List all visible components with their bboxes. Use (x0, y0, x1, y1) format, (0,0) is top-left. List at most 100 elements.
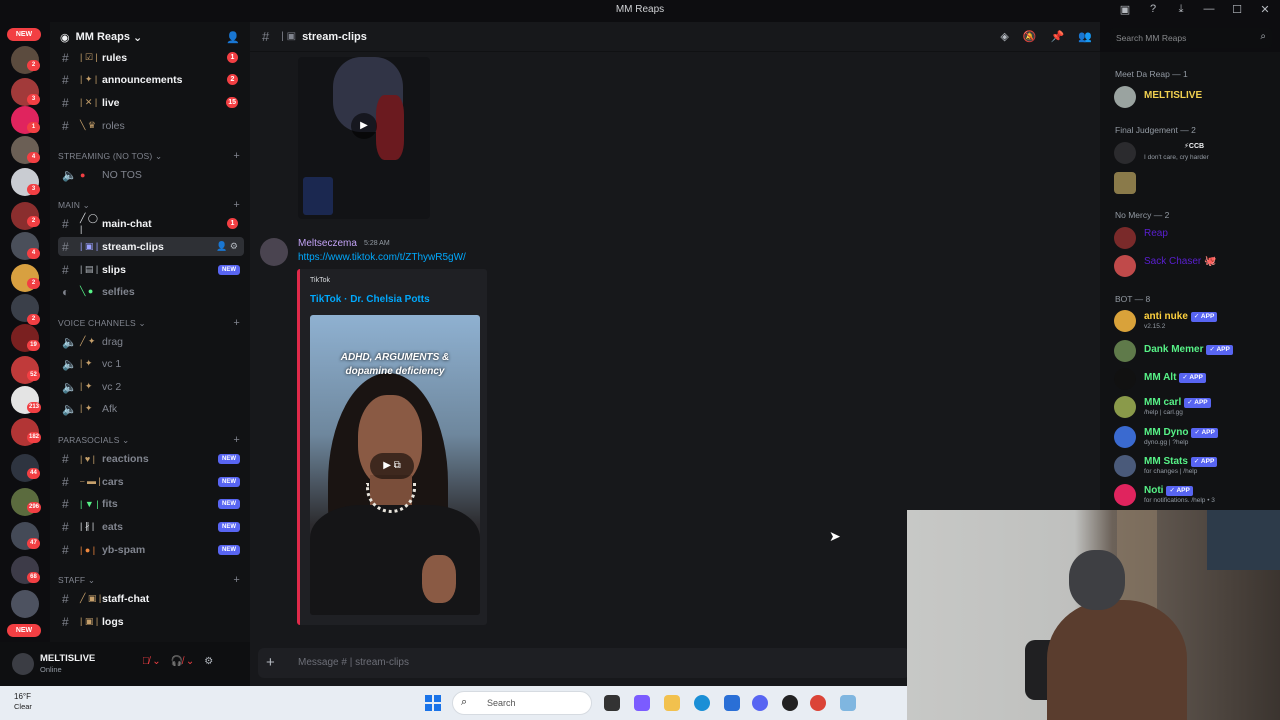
invite-icon[interactable]: 👤 (226, 31, 240, 44)
member-item[interactable]: ⚡CCB I don't care, cry harder (1114, 140, 1278, 164)
user-panel: MELTISLIVE Online 🎙̸ ⌄ 🎧̸ ⌄ ⚙ (0, 642, 250, 686)
server-badge: 4 (27, 248, 40, 259)
member-list-icon[interactable]: 👥 (1078, 30, 1092, 43)
maximize-icon[interactable]: ☐ (1228, 3, 1246, 16)
bot-item[interactable]: MM Stats ✓ APP for changes | /help (1114, 453, 1278, 477)
bot-item[interactable]: Dank Memer ✓ APP (1114, 338, 1278, 362)
hash-icon: # (62, 72, 69, 87)
threads-icon[interactable]: ◈ (1000, 30, 1008, 43)
channel-reactions[interactable]: # | ♥ | reactions NEW (58, 449, 244, 468)
voice-vc2[interactable]: 🔈 | ✦ vc 2 (58, 377, 244, 396)
discord-icon[interactable] (752, 695, 768, 711)
new-tag: NEW (218, 476, 240, 487)
channel-announcements[interactable]: # | ✦ | announcements 2 (58, 70, 244, 89)
notifications-muted-icon[interactable]: 🔕 (1023, 30, 1037, 43)
search-input[interactable]: Search MM Reaps ⌕ (1110, 28, 1272, 48)
play-icon[interactable]: ▶ (351, 113, 377, 139)
task-view-icon[interactable] (604, 695, 620, 711)
windows-start-icon[interactable] (425, 695, 441, 711)
minimize-icon[interactable]: — (1200, 3, 1218, 16)
category-voice[interactable]: VOICE CHANNELS ⌄ + (58, 316, 244, 330)
channel-roles[interactable]: # ╲ ♛ roles (58, 116, 244, 135)
message-link[interactable]: https://www.tiktok.com/t/ZThywR5gW/ (298, 252, 466, 263)
hash-icon: # (62, 50, 69, 65)
channel-cars[interactable]: # ⎯ ▬ | cars NEW (58, 472, 244, 491)
add-attachment-icon[interactable]: + (266, 654, 275, 671)
message-author[interactable]: Meltseczema (298, 238, 357, 249)
weather-widget[interactable]: 16°F Clear (14, 692, 32, 712)
new-unreads-pill[interactable]: NEW (7, 28, 41, 41)
close-icon[interactable]: ✕ (1256, 3, 1274, 16)
category-staff[interactable]: STAFF ⌄ + (58, 573, 244, 587)
add-channel-icon[interactable]: + (233, 574, 240, 586)
embed-video-thumbnail[interactable]: ADHD, ARGUMENTS & dopamine deficiency ▶ … (310, 315, 480, 615)
category-streaming[interactable]: STREAMING (NO TOS) ⌄ + (58, 149, 244, 163)
channel-no-tos[interactable]: 🔈 ● NO TOS (58, 165, 244, 184)
hash-icon: # (62, 95, 69, 110)
pin-icon[interactable]: 📌 (1051, 30, 1065, 43)
bot-item[interactable]: MM Dyno ✓ APP dyno.gg | ?help (1114, 424, 1278, 448)
new-unreads-pill[interactable]: NEW (7, 624, 41, 637)
server-icon[interactable] (11, 590, 39, 618)
channel-stream-clips[interactable]: # | ▣ | stream-clips 👤 ⚙ (58, 237, 244, 256)
channel-slips[interactable]: # | ▤ | slips NEW (58, 260, 244, 279)
edge-icon[interactable] (694, 695, 710, 711)
channel-logs[interactable]: # | ▣ | logs (58, 612, 244, 631)
rules-emoji-icon: | ☑ | (80, 52, 98, 62)
app-icon[interactable] (840, 695, 856, 711)
mic-muted-icon[interactable]: 🎙̸ ⌄ (142, 656, 161, 667)
voice-vc1[interactable]: 🔈 | ✦ vc 1 (58, 354, 244, 373)
add-channel-icon[interactable]: + (233, 199, 240, 211)
channel-selfies[interactable]: ◐ ╲ ● selfies (58, 282, 244, 301)
headphones-muted-icon[interactable]: 🎧̸ ⌄ (171, 656, 195, 667)
channel-rules[interactable]: # | ☑ | rules 1 (58, 48, 244, 67)
chrome-icon[interactable] (810, 695, 826, 711)
bot-item[interactable]: Noti ✓ APP for notifications. /help • 3 (1114, 482, 1278, 506)
server-badge: 296 (27, 502, 42, 513)
member-list: Meet Da Reap — 1 MELTISLIVE Final Judgem… (1100, 52, 1280, 510)
avatar[interactable] (12, 653, 34, 675)
channel-title: stream-clips (302, 30, 367, 43)
message-input[interactable]: + Message # | stream-clips (258, 648, 910, 678)
store-icon[interactable] (724, 695, 740, 711)
link-embed: TikTok TikTok · Dr. Chelsia Potts ADHD, … (297, 269, 487, 625)
app-icon[interactable] (782, 695, 798, 711)
channel-fits[interactable]: # | ▼ | fits NEW (58, 494, 244, 513)
add-channel-icon[interactable]: + (233, 434, 240, 446)
member-item[interactable]: MELTISLIVE (1114, 84, 1278, 108)
channel-settings-icon[interactable]: 👤 ⚙ (216, 241, 238, 252)
inbox-icon[interactable]: ▣ (1116, 3, 1134, 16)
member-item[interactable] (1114, 170, 1278, 194)
server-badge: 213 (27, 402, 42, 413)
add-channel-icon[interactable]: + (233, 317, 240, 329)
gear-icon[interactable]: ⚙ (204, 656, 213, 667)
channel-label: selfies (102, 285, 135, 298)
hash-icon: # (62, 519, 69, 534)
channel-live[interactable]: # | ✕ | live 15 (58, 93, 244, 112)
channel-staff-chat[interactable]: # ╱ ▣ | staff-chat (58, 589, 244, 608)
voice-drag[interactable]: 🔈 ╱ ✦ drag (58, 332, 244, 351)
channel-yb-spam[interactable]: # | ● | yb-spam NEW (58, 540, 244, 559)
member-item[interactable]: Reap (1114, 225, 1278, 249)
category-main[interactable]: MAIN ⌄ + (58, 198, 244, 212)
bot-item[interactable]: MM Alt ✓ APP (1114, 366, 1278, 390)
taskbar-search[interactable]: ⌕ Search (452, 691, 592, 715)
chat-header: # | ▣ stream-clips ◈ 🔕 📌 👥 (250, 22, 1100, 52)
category-label: PARASOCIALS (58, 435, 120, 445)
avatar[interactable] (260, 238, 288, 266)
play-icon[interactable]: ▶ ⧉ (370, 453, 414, 479)
bot-item[interactable]: MM carl ✓ APP /help | carl.gg (1114, 394, 1278, 418)
member-item[interactable]: Sack Chaser 🐙 (1114, 253, 1278, 277)
bot-item[interactable]: anti nuke ✓ APP v2.15.2 (1114, 308, 1278, 332)
copilot-icon[interactable] (634, 695, 650, 711)
channel-eats[interactable]: # | ∦ | eats NEW (58, 517, 244, 536)
embed-title[interactable]: TikTok · Dr. Chelsia Potts (310, 294, 430, 305)
channel-main-chat[interactable]: # ╱ ◯ | main-chat 1 (58, 213, 244, 234)
voice-afk[interactable]: 🔈 | ✦ Afk (58, 399, 244, 418)
category-parasocials[interactable]: PARASOCIALS ⌄ + (58, 433, 244, 447)
help-icon[interactable]: ? (1144, 3, 1162, 16)
file-explorer-icon[interactable] (664, 695, 680, 711)
video-attachment[interactable]: ▶ (298, 57, 430, 219)
download-icon[interactable]: ⤓ (1172, 3, 1190, 16)
add-channel-icon[interactable]: + (233, 150, 240, 162)
